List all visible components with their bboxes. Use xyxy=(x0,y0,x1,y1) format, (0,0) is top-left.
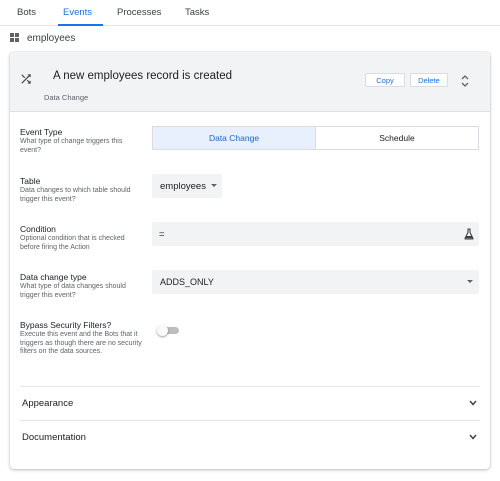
sort-arrows-icon[interactable] xyxy=(460,74,470,88)
bypass-security-label: Bypass Security Filters? xyxy=(20,320,112,330)
condition-value: = xyxy=(159,228,165,240)
shuffle-icon xyxy=(21,74,31,84)
flask-icon[interactable] xyxy=(464,228,474,240)
breadcrumb: employees xyxy=(10,30,75,46)
bypass-security-help: Execute this event and the Bots that it … xyxy=(20,331,142,355)
event-subtitle: Data Change xyxy=(44,93,89,102)
tab-processes[interactable]: Processes xyxy=(117,7,161,18)
tab-events[interactable]: Events xyxy=(63,7,92,18)
data-change-type-select[interactable]: ADDS_ONLY xyxy=(152,270,479,294)
condition-label: Condition xyxy=(20,224,56,234)
toggle-knob xyxy=(157,325,168,336)
documentation-section[interactable]: Documentation xyxy=(22,432,86,443)
section-divider xyxy=(20,386,480,387)
chevron-down-icon[interactable] xyxy=(469,400,477,406)
breadcrumb-table-name: employees xyxy=(27,32,76,44)
delete-button[interactable]: Delete xyxy=(410,73,448,87)
condition-help: Optional condition that is checked befor… xyxy=(20,235,125,251)
chevron-down-icon xyxy=(467,280,473,283)
tab-tasks[interactable]: Tasks xyxy=(185,7,209,18)
data-change-type-help: What type of data changes should trigger… xyxy=(20,283,126,299)
top-tab-bar: Bots Events Processes Tasks xyxy=(0,0,500,26)
copy-button[interactable]: Copy xyxy=(365,73,405,87)
active-tab-indicator xyxy=(58,24,103,26)
table-label: Table xyxy=(20,176,41,186)
table-grid-icon xyxy=(10,33,20,43)
section-divider xyxy=(20,420,480,421)
table-select-value: employees xyxy=(160,180,206,192)
event-type-option-data-change[interactable]: Data Change xyxy=(153,127,316,149)
appearance-section[interactable]: Appearance xyxy=(22,398,73,409)
event-header: A new employees record is created Data C… xyxy=(10,52,490,112)
table-select[interactable]: employees xyxy=(152,174,222,198)
event-type-label: Event Type xyxy=(20,127,63,137)
chevron-down-icon xyxy=(211,184,217,187)
data-change-type-value: ADDS_ONLY xyxy=(160,277,214,287)
event-title: A new employees record is created xyxy=(53,70,232,82)
event-type-option-schedule[interactable]: Schedule xyxy=(316,127,478,149)
condition-input[interactable]: = xyxy=(152,222,479,246)
event-type-help: What type of change triggers this event? xyxy=(20,138,123,154)
event-type-segmented-control: Data Change Schedule xyxy=(152,126,479,150)
bypass-security-toggle[interactable] xyxy=(157,325,179,336)
tab-bots[interactable]: Bots xyxy=(17,7,36,18)
chevron-down-icon[interactable] xyxy=(469,434,477,440)
event-card: A new employees record is created Data C… xyxy=(10,52,490,469)
table-help: Data changes to which table should trigg… xyxy=(20,187,131,203)
data-change-type-label: Data change type xyxy=(20,272,87,282)
